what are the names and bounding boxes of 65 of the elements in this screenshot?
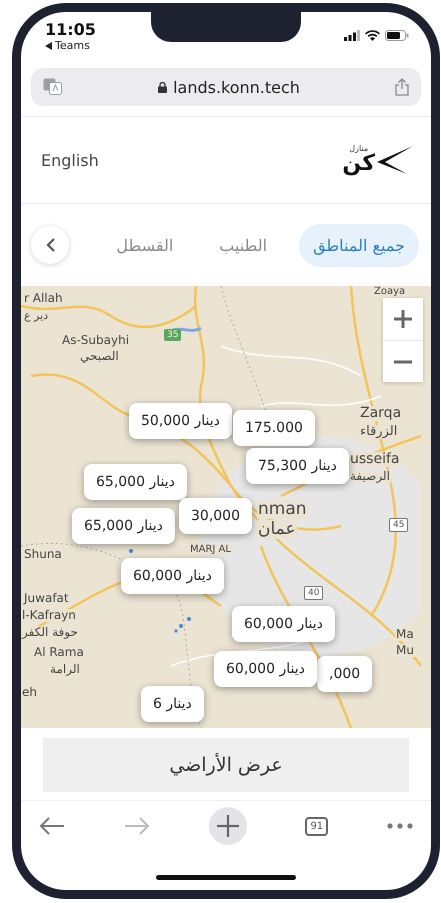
price-marker[interactable]: 60,000 دينار: [232, 606, 335, 642]
map-place-label: r Allah: [23, 292, 64, 306]
back-arrow-icon[interactable]: [39, 816, 65, 836]
map-place-label: Mu: [395, 644, 415, 658]
logo-chevron-icon: [377, 146, 413, 174]
map-place-label: Zoaya: [373, 286, 406, 297]
scroll-left-button[interactable]: [31, 226, 69, 264]
map-place-label: الرامة: [49, 663, 81, 676]
price-marker[interactable]: ,000: [317, 656, 372, 692]
zoom-out-button[interactable]: [383, 340, 423, 382]
logo-tagline: منازل: [349, 145, 368, 153]
road-number-sign: 35: [164, 329, 182, 341]
back-triangle-icon: [45, 42, 52, 50]
map-place-label: MARJ AL: [189, 544, 232, 555]
map-place-label: As-Subayhi: [61, 334, 130, 348]
lock-icon: [158, 82, 168, 92]
wifi-icon: [365, 30, 380, 41]
chevron-left-icon: [46, 238, 54, 252]
price-marker[interactable]: 75,300 دينار: [246, 448, 349, 484]
map-place-label: الصبحي: [79, 350, 120, 364]
battery-icon: [385, 30, 409, 41]
minus-icon: [394, 360, 412, 364]
map-place-label: Juwafat: [23, 592, 70, 606]
plus-icon: [216, 815, 239, 837]
share-icon[interactable]: [395, 78, 409, 96]
area-tab[interactable]: الطنيب: [205, 224, 282, 266]
logo-wordmark: كن: [342, 153, 375, 175]
map-place-label: Zarqa: [359, 406, 402, 422]
show-lands-button[interactable]: عرض الأراضي: [43, 738, 409, 792]
translate-icon[interactable]: [43, 78, 63, 96]
signal-icon: [344, 30, 360, 41]
more-dots-icon[interactable]: [386, 823, 413, 829]
zoom-in-button[interactable]: [383, 298, 423, 340]
price-marker[interactable]: 60,000 دينار: [214, 651, 317, 687]
price-marker[interactable]: 65,000 دينار: [72, 508, 175, 544]
price-marker[interactable]: دينار 6: [141, 686, 204, 722]
map-place-label: حوفة الكفر: [21, 626, 79, 640]
price-marker[interactable]: 50,000 دينار: [129, 403, 232, 439]
road-number-sign: 40: [304, 586, 324, 600]
area-tab[interactable]: جميع المناطق: [299, 224, 419, 266]
map-place-label: usseifa: [349, 452, 400, 468]
map-place-label: nman: [257, 500, 308, 519]
price-marker[interactable]: 60,000 دينار: [121, 558, 224, 594]
tab-count-button[interactable]: 91: [305, 816, 328, 836]
plus-icon: [394, 310, 412, 328]
status-time: 11:05: [45, 20, 96, 39]
new-tab-button[interactable]: [208, 807, 247, 845]
map-place-label: Al Rama: [33, 646, 85, 660]
map-place-label: Ma: [395, 628, 415, 642]
map-place-label: دير ع: [23, 310, 50, 322]
address-bar[interactable]: lands.konn.tech: [31, 68, 421, 106]
area-tab[interactable]: القسطل: [102, 224, 188, 266]
map-place-label: الرصيفة: [349, 470, 391, 484]
page-url: lands.konn.tech: [173, 78, 300, 96]
map-place-label: عمان: [257, 520, 297, 539]
price-marker[interactable]: 30,000: [179, 498, 252, 534]
price-marker[interactable]: 175.000: [233, 410, 315, 446]
road-number-sign: 45: [389, 518, 408, 532]
price-marker[interactable]: 65,000 دينار: [84, 464, 187, 500]
map-place-label: l-Kafrayn: [21, 609, 77, 622]
language-switch-link[interactable]: English: [41, 150, 99, 170]
back-to-app-link[interactable]: Teams: [55, 39, 90, 52]
map-place-label: الزرقاء: [359, 425, 398, 440]
map-place-label: eh: [21, 686, 38, 700]
map-place-label: Shuna: [23, 548, 63, 562]
